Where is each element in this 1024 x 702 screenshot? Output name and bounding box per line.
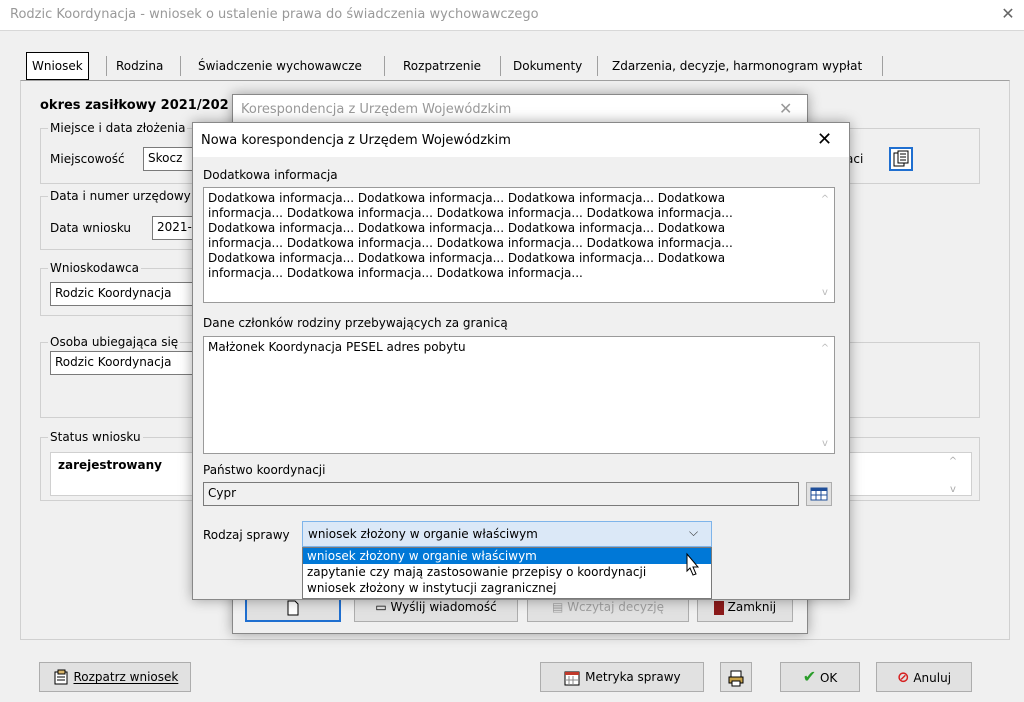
cancel-icon: ⊘ <box>896 668 910 686</box>
family-value: Małżonek Koordynacja PESEL adres pobytu <box>208 340 466 354</box>
tab-separator <box>597 56 598 76</box>
document-icon <box>54 669 68 684</box>
checkmark-icon: ✔ <box>802 667 817 686</box>
tab-separator <box>384 56 385 76</box>
country-label: Państwo koordynacji <box>203 463 326 477</box>
cursor-icon <box>686 552 700 576</box>
send-label: Wyślij wiadomość <box>390 600 497 614</box>
send-icon: ▭ <box>375 600 387 614</box>
dialog-title: Nowa korespondencja z Urzędem Wojewódzki… <box>201 133 511 148</box>
back-dialog-title: Korespondencja z Urzędem Wojewódzkim <box>241 102 512 117</box>
info-textarea[interactable]: Dodatkowa informacja... Dodatkowa inform… <box>203 187 835 303</box>
tab-separator <box>882 56 883 76</box>
type-option[interactable]: zapytanie czy mają zastosowanie przepisy… <box>303 564 711 580</box>
applicant-field: Rodzic Koordynacja <box>50 282 200 306</box>
type-selected-value: wniosek złożony w organie właściwym <box>308 527 538 541</box>
back-dialog-titlebar: Korespondencja z Urzędem Wojewódzkim ✕ <box>233 95 807 123</box>
country-field: Cypr <box>203 482 799 506</box>
chevron-down-icon: ⌵ <box>689 525 699 539</box>
main-window: Rodzic Koordynacja - wniosek o ustalenie… <box>0 0 1024 702</box>
metryka-label: Metryka sprawy <box>585 670 681 684</box>
door-icon <box>713 600 724 615</box>
table-picker-icon <box>810 487 828 501</box>
metryka-button[interactable]: Metryka sprawy <box>540 662 704 692</box>
title-divider <box>0 30 1024 31</box>
ok-label: OK <box>819 671 838 685</box>
family-label: Dane członków rodziny przebywających za … <box>203 316 508 330</box>
type-label: Rodzaj sprawy <box>203 528 290 542</box>
document-copy-icon <box>893 150 909 167</box>
calendar-icon <box>564 671 580 685</box>
place-group-legend: Miejsce i data złożenia <box>48 121 188 135</box>
tab-dokumenty[interactable]: Dokumenty <box>513 52 582 80</box>
new-document-icon <box>287 600 299 616</box>
close-dialog-label: Zamknij <box>727 600 777 614</box>
print-icon <box>728 670 744 686</box>
tab-rozpatrzenie[interactable]: Rozpatrzenie <box>403 52 481 80</box>
family-scrollbar[interactable]: ^ v <box>818 339 832 451</box>
info-line: informacja... Dodatkowa informacja... Do… <box>208 206 733 220</box>
family-textarea[interactable]: Małżonek Koordynacja PESEL adres pobytu … <box>203 336 835 454</box>
person-field: Rodzic Koordynacja <box>50 351 200 375</box>
tab-wniosek[interactable]: Wniosek <box>26 52 89 80</box>
rozpatrz-label: Rozpatrz wniosek <box>73 670 179 684</box>
tab-swiadczenie[interactable]: Świadczenie wychowawcze <box>198 52 362 80</box>
address-button[interactable] <box>889 147 913 171</box>
period-label: okres zasiłkowy 2021/202 <box>40 98 229 113</box>
ok-button[interactable]: ✔ OK <box>780 662 860 692</box>
window-title: Rodzic Koordynacja - wniosek o ustalenie… <box>10 7 539 22</box>
dialog-titlebar: Nowa korespondencja z Urzędem Wojewódzki… <box>193 123 849 157</box>
type-option[interactable]: wniosek złożony w organie właściwym <box>303 548 711 564</box>
info-scrollbar[interactable]: ^ v <box>818 190 832 300</box>
load-icon: ▤ <box>552 600 564 614</box>
tab-separator <box>180 56 181 76</box>
tab-rodzina[interactable]: Rodzina <box>116 52 163 80</box>
status-group-legend: Status wniosku <box>48 430 143 444</box>
close-icon[interactable]: ✕ <box>817 129 832 150</box>
close-icon[interactable]: ✕ <box>998 4 1018 24</box>
date-group-legend: Data i numer urzędowy <box>48 189 193 203</box>
applicant-group-legend: Wnioskodawca <box>48 261 141 275</box>
miejscowosc-label: Miejscowość <box>50 152 125 166</box>
info-line: Dodatkowa informacja... Dodatkowa inform… <box>208 191 726 205</box>
type-option[interactable]: wniosek złożony w instytucji zagraniczne… <box>303 580 711 596</box>
status-value: zarejestrowany <box>58 458 162 472</box>
type-select[interactable]: wniosek złożony w organie właściwym ⌵ <box>302 521 712 547</box>
person-group-legend: Osoba ubiegająca się <box>48 335 181 349</box>
info-line: informacja... Dodatkowa informacja... Do… <box>208 266 583 280</box>
print-button[interactable] <box>720 662 752 692</box>
close-icon[interactable]: ✕ <box>779 99 792 118</box>
info-line: informacja... Dodatkowa informacja... Do… <box>208 236 733 250</box>
status-scrollbar[interactable]: ^ v <box>942 455 964 495</box>
rozpatrz-button[interactable]: Rozpatrz wniosek <box>39 662 191 692</box>
anuluj-button[interactable]: ⊘ Anuluj <box>876 662 972 692</box>
info-line: Dodatkowa informacja... Dodatkowa inform… <box>208 221 726 235</box>
country-picker-button[interactable] <box>806 482 832 506</box>
info-label: Dodatkowa informacja <box>203 168 338 182</box>
tab-separator <box>106 56 107 76</box>
tab-zdarzenia[interactable]: Zdarzenia, decyzje, harmonogram wypłat <box>612 52 862 80</box>
title-bar: Rodzic Koordynacja - wniosek o ustalenie… <box>0 0 1024 30</box>
anuluj-label: Anuluj <box>913 671 952 685</box>
date-label: Data wniosku <box>50 221 131 235</box>
load-label: Wczytaj decyzję <box>567 600 664 614</box>
info-line: Dodatkowa informacja... Dodatkowa inform… <box>208 251 726 265</box>
type-dropdown-list: wniosek złożony w organie właściwym zapy… <box>302 547 712 599</box>
tab-separator <box>500 56 501 76</box>
